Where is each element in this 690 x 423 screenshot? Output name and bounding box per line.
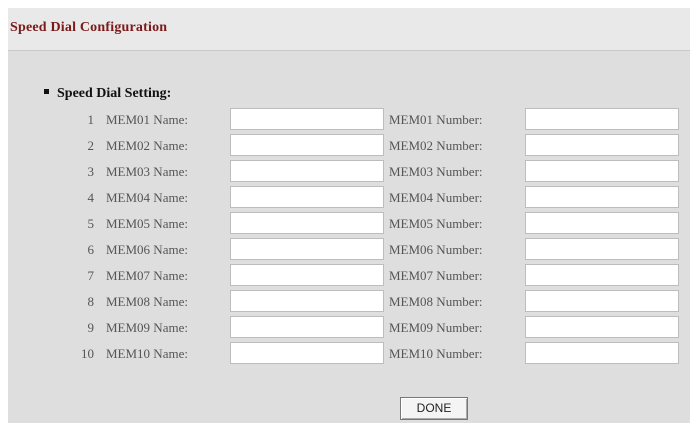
title-bar: Speed Dial Configuration <box>8 8 690 51</box>
number-label: MEM09 Number: <box>389 320 483 335</box>
number-input[interactable] <box>525 212 679 234</box>
row-index: 3 <box>87 164 95 179</box>
speed-dial-rows: 1 MEM01 Name: MEM01 Number: 2 MEM02 Name: MEM… <box>8 107 690 367</box>
row-index: 4 <box>87 190 95 205</box>
speed-dial-row: 2 MEM02 Name: MEM02 Number: <box>8 133 690 159</box>
name-input[interactable] <box>230 108 384 130</box>
number-label: MEM06 Number: <box>389 242 483 257</box>
name-label: MEM07 Name: <box>106 268 188 283</box>
number-label: MEM02 Number: <box>389 138 483 153</box>
name-label: MEM02 Name: <box>106 138 188 153</box>
done-button[interactable]: DONE <box>400 397 468 420</box>
name-label: MEM08 Name: <box>106 294 188 309</box>
name-input[interactable] <box>230 186 384 208</box>
name-label: MEM04 Name: <box>106 190 188 205</box>
name-input[interactable] <box>230 264 384 286</box>
name-input[interactable] <box>230 290 384 312</box>
number-input[interactable] <box>525 186 679 208</box>
name-input[interactable] <box>230 160 384 182</box>
name-input[interactable] <box>230 134 384 156</box>
number-input[interactable] <box>525 290 679 312</box>
number-label: MEM08 Number: <box>389 294 483 309</box>
speed-dial-row: 7 MEM07 Name: MEM07 Number: <box>8 263 690 289</box>
name-label: MEM03 Name: <box>106 164 188 179</box>
number-input[interactable] <box>525 342 679 364</box>
number-label: MEM05 Number: <box>389 216 483 231</box>
name-label: MEM10 Name: <box>106 346 188 361</box>
row-index: 5 <box>87 216 95 231</box>
number-label: MEM04 Number: <box>389 190 483 205</box>
number-input[interactable] <box>525 238 679 260</box>
row-index: 7 <box>87 268 95 283</box>
speed-dial-row: 9 MEM09 Name: MEM09 Number: <box>8 315 690 341</box>
speed-dial-row: 5 MEM05 Name: MEM05 Number: <box>8 211 690 237</box>
name-input[interactable] <box>230 316 384 338</box>
name-label: MEM09 Name: <box>106 320 188 335</box>
speed-dial-row: 3 MEM03 Name: MEM03 Number: <box>8 159 690 185</box>
name-input[interactable] <box>230 212 384 234</box>
name-label: MEM01 Name: <box>106 112 188 127</box>
number-input[interactable] <box>525 108 679 130</box>
section-heading-label: Speed Dial Setting: <box>57 86 172 101</box>
row-index: 10 <box>81 346 94 361</box>
number-input[interactable] <box>525 316 679 338</box>
number-label: MEM01 Number: <box>389 112 483 127</box>
bullet-icon <box>44 89 49 95</box>
speed-dial-row: 1 MEM01 Name: MEM01 Number: <box>8 107 690 133</box>
number-input[interactable] <box>525 264 679 286</box>
row-index: 6 <box>87 242 95 257</box>
number-input[interactable] <box>525 134 679 156</box>
config-panel: Speed Dial Configuration Speed Dial Sett… <box>8 8 690 423</box>
row-index: 2 <box>87 138 95 153</box>
number-label: MEM03 Number: <box>389 164 483 179</box>
number-label: MEM10 Number: <box>389 346 483 361</box>
speed-dial-row: 10 MEM10 Name: MEM10 Number: <box>8 341 690 367</box>
section-heading: Speed Dial Setting: <box>44 86 171 102</box>
name-label: MEM06 Name: <box>106 242 188 257</box>
number-input[interactable] <box>525 160 679 182</box>
speed-dial-row: 6 MEM06 Name: MEM06 Number: <box>8 237 690 263</box>
name-input[interactable] <box>230 342 384 364</box>
speed-dial-row: 4 MEM04 Name: MEM04 Number: <box>8 185 690 211</box>
row-index: 8 <box>87 294 95 309</box>
speed-dial-row: 8 MEM08 Name: MEM08 Number: <box>8 289 690 315</box>
number-label: MEM07 Number: <box>389 268 483 283</box>
row-index: 1 <box>87 112 95 127</box>
row-index: 9 <box>87 320 95 335</box>
name-input[interactable] <box>230 238 384 260</box>
name-label: MEM05 Name: <box>106 216 188 231</box>
page-title: Speed Dial Configuration <box>10 20 168 35</box>
